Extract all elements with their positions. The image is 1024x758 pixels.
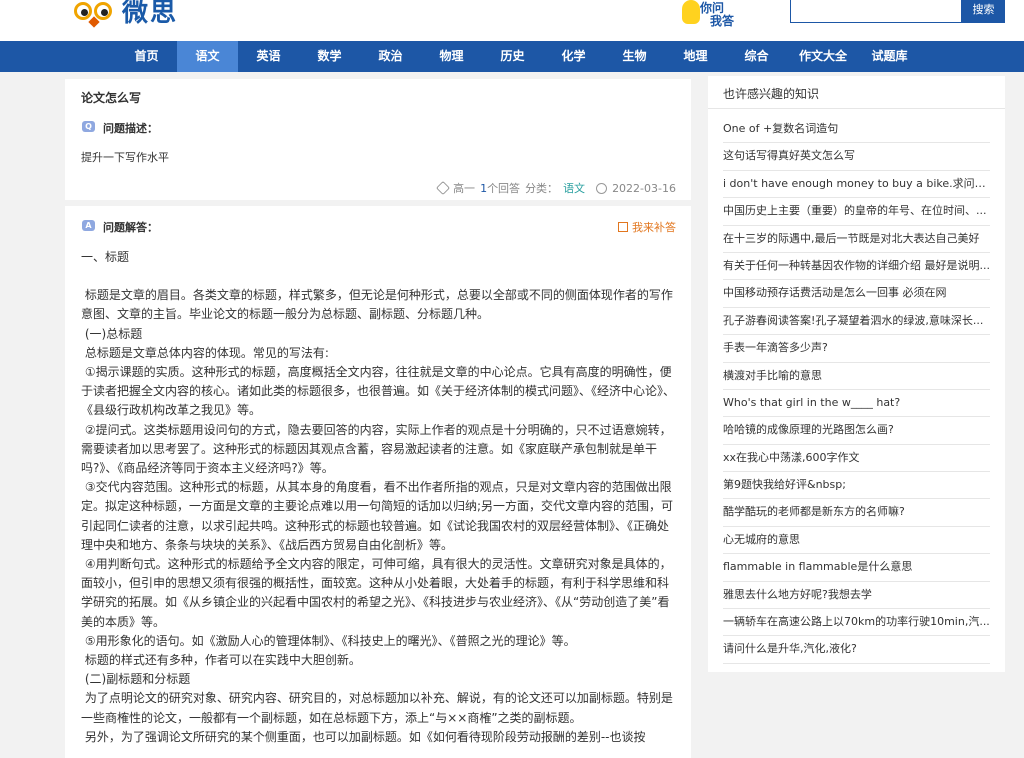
answer-paragraph: 标题是文章的眉目。各类文章的标题，样式繁多，但无论是何种形式，总要以全部或不同的… xyxy=(81,288,673,322)
related-item-link[interactable]: 手表一年滴答多少声? xyxy=(723,335,990,363)
answer-paragraph: ③交代内容范围。这种形式的标题，从其本身的角度看，看不出作者所指的观点，只是对文… xyxy=(81,480,674,552)
related-item-link[interactable]: 心无城府的意思 xyxy=(723,527,990,555)
related-item-link[interactable]: 这句话写得真好英文怎么写 xyxy=(723,143,990,171)
nav-item[interactable]: 历史 xyxy=(482,41,543,72)
answer-label: 问题解答： xyxy=(103,221,158,234)
answer-paragraph xyxy=(81,267,679,286)
related-item-link[interactable]: 请问什么是升华,汽化,液化? xyxy=(723,636,990,664)
related-item-link[interactable]: flammable in flammable是什么意思 xyxy=(723,554,990,582)
answer-paragraph: ②提问式。这类标题用设问句的方式，隐去要回答的内容，实际上作者的观点是十分明确的… xyxy=(81,422,672,476)
related-item-link[interactable]: 第9题快我给好评&nbsp; xyxy=(723,472,990,500)
related-item-link[interactable]: 酷学酷玩的老师都是新东方的名师嘛? xyxy=(723,499,990,527)
lightbulb-icon xyxy=(682,0,700,24)
nav-item[interactable]: 政治 xyxy=(360,41,421,72)
nav-items: 首页 语文 英语 数学 政治 物理 历史 化学 生物 地理 综合 作文大全 试题库 xyxy=(116,41,920,72)
related-item-link[interactable]: 中国历史上主要（重要）的皇帝的年号、在位时间、... xyxy=(723,198,990,226)
search-button[interactable]: 搜索 xyxy=(962,0,1005,23)
nav-item[interactable]: 综合 xyxy=(726,41,787,72)
top-header: 微思 你问 我答 搜索 xyxy=(0,0,1024,41)
answer-paragraph: ④用判断句式。这种形式的标题给予全文内容的限定，可伸可缩，具有很大的灵活性。文章… xyxy=(81,557,672,629)
answer-paragraph: (一)总标题 xyxy=(81,326,143,341)
category-label: 分类： xyxy=(525,182,559,195)
answer-paragraph: ①揭示课题的实质。这种形式的标题，高度概括全文内容，往往就是文章的中心论点。它具… xyxy=(81,365,676,418)
related-item-link[interactable]: i don't have enough money to buy a bike.… xyxy=(723,171,990,199)
related-item-link[interactable]: 有关于任何一种转基因农作物的详细介绍 最好是说明... xyxy=(723,253,990,281)
divider xyxy=(708,108,1005,109)
nav-item[interactable]: 作文大全 xyxy=(787,41,859,72)
question-date: 2022-03-16 xyxy=(612,181,676,195)
nav-item[interactable]: 英语 xyxy=(238,41,299,72)
answer-body: 一、标题 标题是文章的眉目。各类文章的标题，样式繁多，但无论是何种形式，总要以全… xyxy=(81,248,679,747)
related-item-link[interactable]: 哈哈镜的成像原理的光路图怎么画? xyxy=(723,417,990,445)
answer-paragraph: 一、标题 xyxy=(81,250,130,264)
question-tag-icon: Q xyxy=(82,121,95,132)
question-desc-label: 问题描述： xyxy=(103,122,158,135)
site-logo[interactable]: 微思 xyxy=(72,0,178,30)
ask-badge-text: 你问 我答 xyxy=(700,1,735,28)
related-item-link[interactable]: 中国移动预存话费活动是怎么一回事 必须在网 xyxy=(723,280,990,308)
answer-paragraph: 总标题是文章总体内容的体现。常见的写法有: xyxy=(81,345,329,360)
related-item-link[interactable]: One of +复数名词造句 xyxy=(723,116,990,144)
related-item-link[interactable]: 孔子游春阅读答案!孔子凝望着泗水的绿波,意味深长... xyxy=(723,308,990,336)
nav-item[interactable]: 化学 xyxy=(543,41,604,72)
answer-tag-icon: A xyxy=(82,220,95,231)
answer-paragraph: 另外，为了强调论文所研究的某个侧重面，也可以加副标题。如《如何看待现阶段劳动报酬… xyxy=(81,729,646,744)
sidebar-title: 也许感兴趣的知识 xyxy=(723,87,820,101)
answer-card: A 问题解答： 我来补答 一、标题 标题是文章的眉目。各类文章的标题，样式繁多，… xyxy=(65,206,691,758)
supplement-answer-button[interactable]: 我来补答 xyxy=(618,219,676,235)
logo-text: 微思 xyxy=(122,0,179,28)
nav-item[interactable]: 数学 xyxy=(299,41,360,72)
question-title: 论文怎么写 xyxy=(81,91,142,105)
tag-icon xyxy=(435,180,451,196)
edit-icon xyxy=(618,222,628,232)
answer-paragraph: 标题的样式还有多种，作者可以在实践中大胆创新。 xyxy=(81,653,361,668)
nav-item[interactable]: 物理 xyxy=(421,41,482,72)
related-item-link[interactable]: 横渡对手比喻的意思 xyxy=(723,363,990,390)
related-item-link[interactable]: 一辆轿车在高速公路上以70km的功率行驶10min,汽... xyxy=(723,609,990,637)
related-list: One of +复数名词造句 这句话写得真好英文怎么写 i don't have e… xyxy=(723,116,990,664)
related-item-link[interactable]: xx在我心中荡漾,600字作文 xyxy=(723,445,990,473)
nav-item[interactable]: 试题库 xyxy=(859,41,920,72)
related-item-link[interactable]: Who's that girl in the w____ hat? xyxy=(723,390,990,418)
question-desc: 提升一下写作水平 xyxy=(81,151,169,164)
answer-paragraph: ⑤用形象化的语句。如《激励人心的管理体制》、《科技史上的曙光》、《普照之光的理论… xyxy=(81,633,576,648)
related-item-link[interactable]: 在十三岁的际遇中,最后一节既是对北大表达自己美好 xyxy=(723,226,990,253)
related-item-link[interactable]: 雅思去什么地方好呢?我想去学 xyxy=(723,582,990,610)
category-link[interactable]: 语文 xyxy=(563,180,585,196)
owl-logo-icon xyxy=(72,0,116,28)
answer-paragraph: (二)副标题和分标题 xyxy=(81,672,191,687)
nav-item[interactable]: 语文 xyxy=(177,41,238,72)
clock-icon xyxy=(596,182,608,194)
grade-label: 高一 xyxy=(453,182,476,195)
ask-answer-badge[interactable]: 你问 我答 xyxy=(670,0,746,30)
answer-paragraph: 为了点明论文的研究对象、研究内容、研究目的，对总标题加以补充、解说，有的论文还可… xyxy=(81,691,673,725)
related-sidebar: 也许感兴趣的知识 One of +复数名词造句 这句话写得真好英文怎么写 i don… xyxy=(708,76,1005,672)
main-nav: 首页 语文 英语 数学 政治 物理 历史 化学 生物 地理 综合 作文大全 试题库 xyxy=(0,41,1024,72)
search-input[interactable] xyxy=(790,0,962,23)
question-card: 论文怎么写 Q 问题描述： 提升一下写作水平 高一 1个回答 分类： 语文 20… xyxy=(65,79,691,200)
nav-item[interactable]: 地理 xyxy=(665,41,726,72)
question-meta: 高一 1个回答 分类： 语文 2022-03-16 xyxy=(435,180,676,196)
nav-item[interactable]: 生物 xyxy=(604,41,665,72)
answer-count: 1个回答 xyxy=(480,182,521,195)
nav-item[interactable]: 首页 xyxy=(116,41,177,72)
